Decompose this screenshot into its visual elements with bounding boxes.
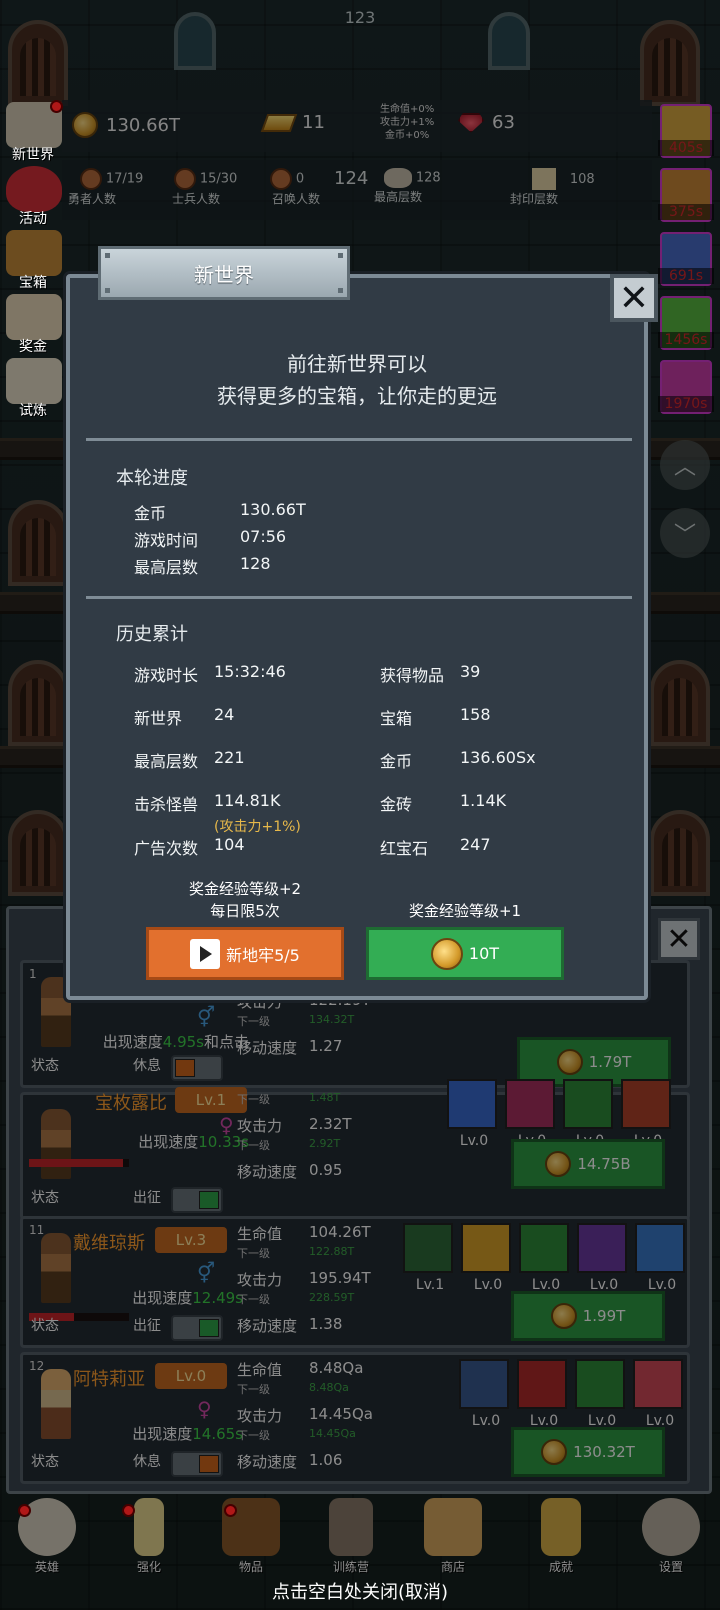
round-stat-label: 最高层数 xyxy=(134,558,199,577)
round-stat-label: 游戏时间 xyxy=(134,531,199,550)
history-stat-label: 游戏时长 xyxy=(134,666,199,685)
tap-to-close-hint[interactable]: 点击空白处关闭(取消) xyxy=(0,1578,720,1604)
ad-note-line: 每日限5次 xyxy=(210,902,280,920)
round-stat-value: 130.66T xyxy=(240,500,306,519)
history-stat-label: 红宝石 xyxy=(380,839,429,858)
divider xyxy=(86,438,632,441)
history-stat-value: 221 xyxy=(214,748,245,767)
ad-note-line: 奖金经验等级+2 xyxy=(188,880,302,898)
round-stat-value: 07:56 xyxy=(240,527,287,546)
history-stat-label: 最高层数 xyxy=(134,752,199,771)
round-stat-value: 128 xyxy=(240,554,271,573)
history-stat-label: 广告次数 xyxy=(134,839,199,858)
history-stat-value: 1.14K xyxy=(460,791,507,810)
dialog-close-button[interactable]: ✕ xyxy=(610,274,658,322)
watch-ad-new-dungeon-button[interactable]: 新地牢5/5 xyxy=(146,927,344,980)
history-stat-label: 新世界 xyxy=(134,709,183,728)
dialog-description: 前往新世界可以 获得更多的宝箱，让你走的更远 xyxy=(66,348,648,412)
side-label: 试炼 xyxy=(19,403,47,419)
history-stat-value: 247 xyxy=(460,835,491,854)
dialog-title-text: 新世界 xyxy=(194,262,254,287)
history-stat-label: 获得物品 xyxy=(380,666,445,685)
history-stat-label: 击杀怪兽 xyxy=(134,795,199,814)
history-title: 历史累计 xyxy=(116,624,188,645)
pay-gold-new-world-button[interactable]: 10T xyxy=(366,927,564,980)
history-stat-label: 金币 xyxy=(380,752,413,771)
coin-icon xyxy=(430,937,463,970)
history-stat-value: 15:32:46 xyxy=(214,662,286,681)
round-stat-label: 金币 xyxy=(134,504,167,523)
ad-button-label: 新地牢5/5 xyxy=(226,945,300,965)
dialog-title: 新世界 xyxy=(98,246,350,300)
history-stat-label: 宝箱 xyxy=(380,709,413,728)
close-icon: ✕ xyxy=(618,277,650,319)
history-stat-value: 104 xyxy=(214,835,245,854)
notification-dot xyxy=(50,100,63,113)
side-label: 活动 xyxy=(19,211,47,227)
gold-button-label: 10T xyxy=(468,944,500,963)
video-icon xyxy=(190,938,221,969)
history-stat-value: 39 xyxy=(460,662,481,681)
kill-bonus-note: (攻击力+1%) xyxy=(214,819,301,835)
side-label: 新世界 xyxy=(12,147,54,163)
divider xyxy=(86,596,632,599)
description-line: 前往新世界可以 xyxy=(287,352,427,376)
history-stat-value: 158 xyxy=(460,705,491,724)
side-label: 宝箱 xyxy=(19,275,47,291)
history-stat-label: 金砖 xyxy=(380,795,413,814)
round-progress-title: 本轮进度 xyxy=(116,468,188,489)
history-stat-value: 114.81K xyxy=(214,791,281,810)
ad-button-note: 奖金经验等级+2 每日限5次 xyxy=(146,878,344,922)
history-stat-value: 24 xyxy=(214,705,235,724)
side-label: 奖金 xyxy=(19,339,47,355)
notification-dot xyxy=(224,1504,237,1517)
description-line: 获得更多的宝箱，让你走的更远 xyxy=(217,384,497,408)
history-stat-value: 136.60Sx xyxy=(460,748,536,767)
notification-dot xyxy=(122,1504,135,1517)
notification-dot xyxy=(18,1504,31,1517)
gold-button-note: 奖金经验等级+1 xyxy=(408,902,522,920)
